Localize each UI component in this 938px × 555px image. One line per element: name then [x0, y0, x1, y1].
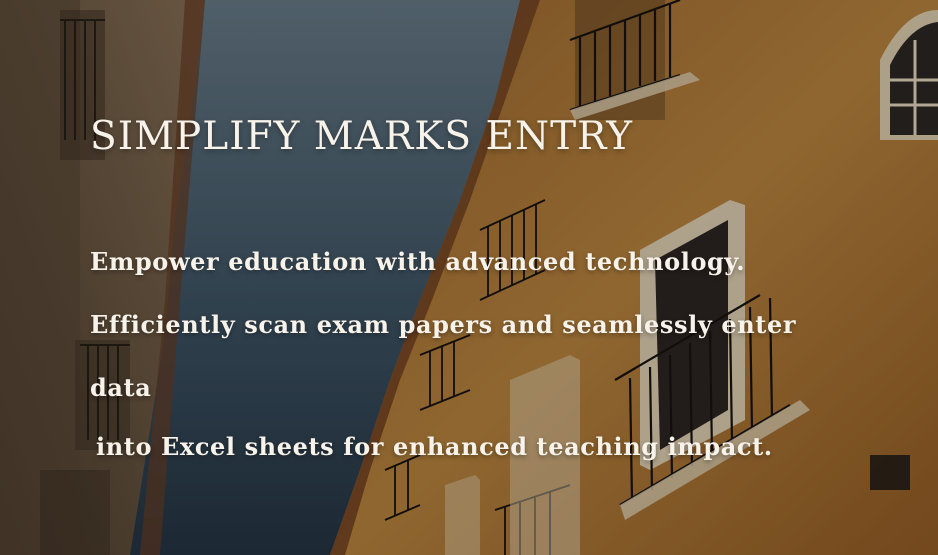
hero-title: SIMPLIFY MARKS ENTRY	[90, 114, 634, 159]
hero-description-line: into Excel sheets for enhanced teaching …	[96, 432, 773, 461]
hero-description-line: data	[90, 373, 152, 402]
hero-description-line: Efficiently scan exam papers and seamles…	[90, 310, 797, 339]
hero-description-line: Empower education with advanced technolo…	[90, 247, 746, 276]
hero-banner: SIMPLIFY MARKS ENTRY Empower education w…	[0, 0, 938, 555]
hero-content: SIMPLIFY MARKS ENTRY Empower education w…	[90, 0, 890, 555]
